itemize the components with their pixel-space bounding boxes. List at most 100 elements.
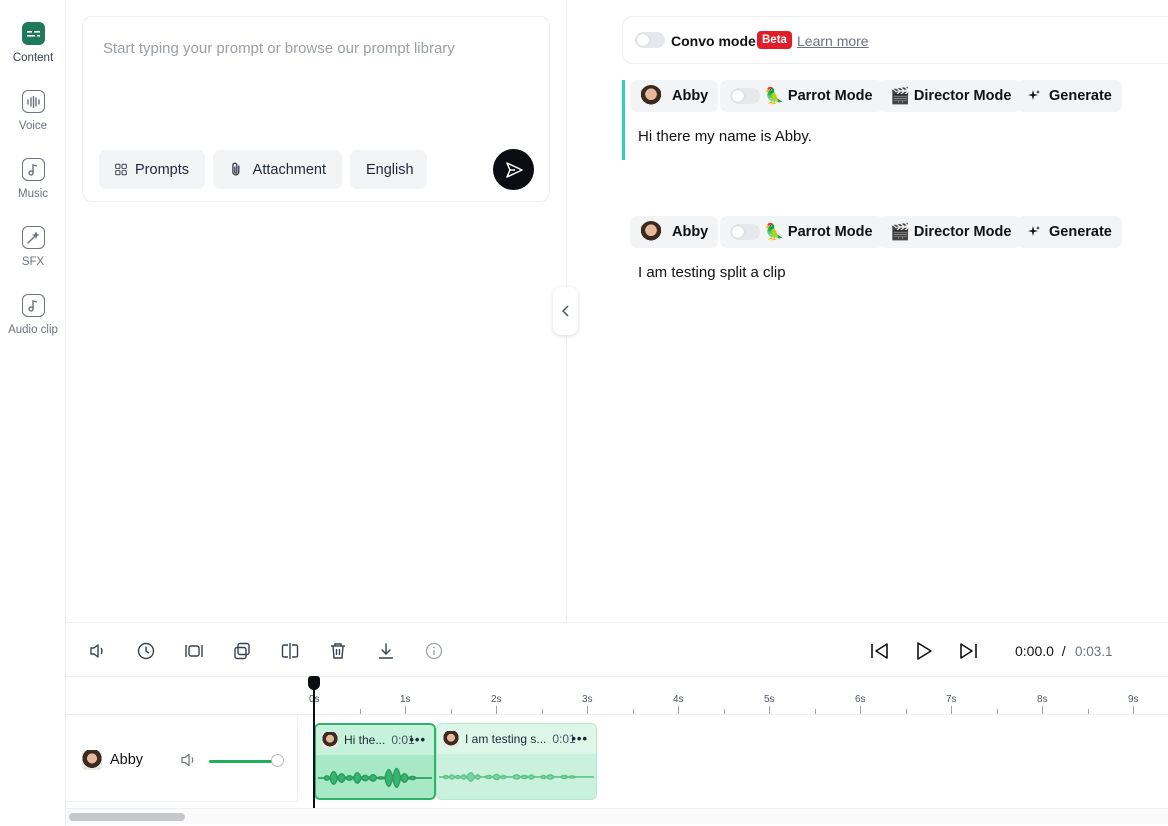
voice-selector[interactable]: Abby: [630, 216, 719, 248]
sparkle-icon: [1028, 90, 1040, 100]
convo-mode-toggle[interactable]: [635, 32, 665, 48]
director-mode-label: Director Mode: [913, 224, 1012, 240]
text-block[interactable]: Abby 🦜 Parrot Mode 🎬 Director Mode Gener…: [622, 80, 1168, 160]
prompt-input[interactable]: Start typing your prompt or browse our p…: [103, 40, 455, 57]
horizontal-scrollbar[interactable]: [66, 808, 1168, 824]
volume-slider-handle[interactable]: [271, 754, 284, 767]
skip-forward-icon: [960, 643, 977, 659]
parrot-mode-toggle[interactable]: 🦜 Parrot Mode: [720, 80, 883, 112]
avatar: [82, 750, 102, 770]
parrot-icon: 🦜: [764, 88, 784, 105]
delete-button[interactable]: [328, 641, 348, 661]
toggle-switch[interactable]: [730, 224, 760, 240]
prompts-button[interactable]: Prompts: [99, 150, 205, 189]
total-time: 0:03.1: [1075, 644, 1113, 659]
ruler-tick: [678, 706, 679, 714]
time-separator: /: [1061, 643, 1066, 659]
info-button[interactable]: [424, 641, 444, 661]
clapperboard-icon: 🎬: [890, 88, 910, 105]
text-block[interactable]: Abby 🦜 Parrot Mode 🎬 Director Mode Gener…: [622, 216, 1168, 296]
sidebar-item-sfx[interactable]: SFX: [0, 226, 66, 268]
timeline-ruler[interactable]: 0s1s2s3s4s5s6s7s8s9s: [66, 677, 1168, 715]
track-header: Abby: [66, 715, 298, 802]
clip-header: I am testing s... 0:01 •••: [437, 724, 596, 754]
avatar: [443, 731, 459, 747]
skip-back-button[interactable]: [870, 641, 890, 661]
send-button[interactable]: [493, 149, 534, 190]
director-mode-button[interactable]: 🎬 Director Mode: [880, 80, 1022, 112]
trash-icon: [331, 643, 345, 659]
skip-back-icon: [871, 643, 888, 659]
ruler-tick: [951, 706, 952, 714]
ruler-subtick: [996, 709, 998, 714]
sfx-icon: [21, 226, 45, 249]
ruler-subtick: [359, 709, 361, 714]
block-text[interactable]: I am testing split a clip: [638, 264, 786, 281]
sidebar-item-voice[interactable]: Voice: [0, 90, 66, 132]
app: Content Voice Music SFX Audio clip Start…: [0, 0, 1168, 826]
fit-button[interactable]: [184, 641, 204, 661]
toggle-switch[interactable]: [730, 88, 760, 104]
ruler-tick: [587, 706, 588, 714]
parrot-mode-toggle[interactable]: 🦜 Parrot Mode: [720, 216, 883, 248]
more-icon[interactable]: •••: [409, 732, 426, 747]
convo-mode-label: Convo mode: [671, 33, 756, 49]
language-label: English: [366, 161, 414, 178]
ruler-label: 9s: [1128, 694, 1139, 705]
beta-badge: Beta: [757, 31, 792, 49]
volume-button[interactable]: [88, 641, 108, 661]
ruler-label: 1s: [400, 694, 411, 705]
avatar: [640, 221, 662, 243]
generate-label: Generate: [1049, 88, 1112, 104]
sidebar: Content Voice Music SFX Audio clip: [0, 0, 66, 826]
generate-label: Generate: [1049, 224, 1112, 240]
ruler-tick: [769, 706, 770, 714]
speaker-icon[interactable]: [181, 753, 197, 767]
ruler-subtick: [632, 709, 634, 714]
speaker-icon: [90, 644, 103, 658]
playhead-handle[interactable]: [308, 676, 320, 690]
attachment-button[interactable]: Attachment: [213, 150, 342, 189]
playhead[interactable]: [313, 677, 315, 808]
ruler-label: 4s: [673, 694, 684, 705]
sidebar-item-audio-clip[interactable]: Audio clip: [0, 294, 66, 336]
clip-title: I am testing s...: [465, 732, 547, 746]
ruler-label: 7s: [946, 694, 957, 705]
current-time-value: 0:00.0: [1015, 643, 1054, 659]
scrollbar-thumb[interactable]: [69, 813, 185, 821]
ruler-tick: [860, 706, 861, 714]
voice-selector[interactable]: Abby: [630, 80, 719, 112]
track-name: Abby: [110, 752, 144, 768]
audio-clip[interactable]: I am testing s... 0:01 •••: [436, 723, 597, 800]
more-icon[interactable]: •••: [571, 731, 588, 746]
send-icon: [505, 161, 523, 178]
prompt-card: Start typing your prompt or browse our p…: [82, 16, 550, 202]
play-button[interactable]: [914, 641, 934, 661]
director-mode-button[interactable]: 🎬 Director Mode: [880, 216, 1022, 248]
sidebar-item-content[interactable]: Content: [0, 22, 66, 64]
clapperboard-icon: 🎬: [890, 224, 910, 241]
ruler-label: 8s: [1037, 694, 1048, 705]
block-text[interactable]: Hi there my name is Abby.: [638, 128, 812, 145]
content-icon: [21, 22, 45, 45]
sidebar-item-label: Music: [17, 188, 49, 200]
attachment-label: Attachment: [252, 161, 326, 178]
skip-forward-button[interactable]: [958, 641, 978, 661]
parrot-mode-label: Parrot Mode: [787, 88, 873, 104]
learn-more-link[interactable]: Learn more: [797, 33, 869, 49]
sidebar-item-music[interactable]: Music: [0, 158, 66, 200]
generate-button[interactable]: Generate: [1017, 216, 1122, 248]
audio-clip[interactable]: Hi the... 0:01 •••: [314, 723, 436, 800]
active-block-indicator: [622, 80, 625, 160]
language-select[interactable]: English: [350, 150, 427, 189]
ruler-tick: [496, 706, 497, 714]
collapse-button[interactable]: [553, 287, 578, 335]
history-button[interactable]: [136, 641, 156, 661]
duplicate-button[interactable]: [232, 641, 252, 661]
avatar: [322, 732, 338, 748]
clip-title: Hi the...: [344, 733, 386, 747]
waveform: [317, 767, 433, 789]
download-button[interactable]: [376, 641, 396, 661]
split-button[interactable]: [280, 641, 300, 661]
generate-button[interactable]: Generate: [1017, 80, 1122, 112]
